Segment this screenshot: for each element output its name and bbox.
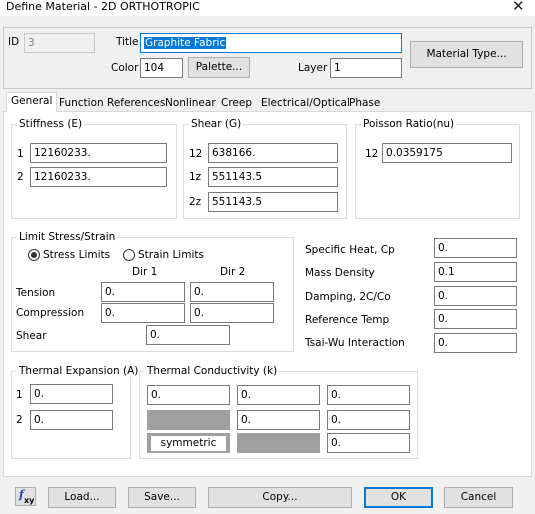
conductivity-21-disabled <box>147 410 230 430</box>
compression-label: Compression <box>16 307 85 319</box>
radio-selected-dot <box>31 252 37 258</box>
color-label: Color <box>111 62 139 74</box>
stiffness-label-1: 1 <box>17 148 24 160</box>
dir1-header: Dir 1 <box>132 266 158 278</box>
tsai-wu-label: Tsai-Wu Interaction <box>305 337 405 349</box>
specific-heat-label: Specific Heat, Cp <box>305 244 395 256</box>
conductivity-13-field[interactable]: 0. <box>327 385 410 405</box>
conductivity-32-disabled <box>237 433 320 453</box>
limit-stress-strain-title: Limit Stress/Strain <box>17 231 118 243</box>
stress-limits-radio[interactable] <box>28 249 40 261</box>
fxy-glyph: f xy <box>18 488 35 505</box>
function-xy-icon[interactable]: f xy <box>15 487 36 506</box>
conductivity-22-field[interactable]: 0. <box>237 410 320 430</box>
shear-limit-label: Shear <box>16 330 47 342</box>
dir2-header: Dir 2 <box>220 266 246 278</box>
strain-limits-label[interactable]: Strain Limits <box>138 249 204 261</box>
tension-dir2-field[interactable]: 0. <box>190 282 274 302</box>
svg-text:xy: xy <box>24 496 35 505</box>
mass-density-field[interactable]: 0.1 <box>434 262 517 282</box>
poisson-title: Poisson Ratio(nu) <box>361 118 457 130</box>
conductivity-23-field[interactable]: 0. <box>327 410 410 430</box>
color-field[interactable]: 104 <box>140 58 183 78</box>
tension-label: Tension <box>16 287 56 299</box>
shear-2z-field[interactable]: 551143.5 <box>208 192 338 212</box>
tab-phase[interactable]: Phase <box>344 94 385 112</box>
tab-general[interactable]: General <box>6 92 58 112</box>
close-icon[interactable]: ✕ <box>512 0 525 15</box>
reference-temp-field[interactable]: 0. <box>434 309 517 329</box>
stiffness-1-field[interactable]: 12160233. <box>30 143 167 163</box>
stiffness-title: Stiffness (E) <box>17 118 85 130</box>
thermal-expansion-2-field[interactable]: 0. <box>30 410 113 430</box>
shear-label-1z: 1z <box>189 171 202 183</box>
thermal-expansion-1-field[interactable]: 0. <box>30 384 113 404</box>
poisson-label-12: 12 <box>365 148 379 160</box>
cancel-button[interactable]: Cancel <box>444 487 513 508</box>
palette-button[interactable]: Palette... <box>188 57 250 78</box>
damping-field[interactable]: 0. <box>434 286 517 306</box>
title-label: Title <box>116 36 139 48</box>
stiffness-2-field[interactable]: 12160233. <box>30 167 167 187</box>
title-field[interactable]: Graphite Fabric <box>140 33 402 53</box>
strain-limits-radio[interactable] <box>123 249 135 261</box>
mass-density-label: Mass Density <box>305 267 375 279</box>
thermal-expansion-title: Thermal Expansion (A) <box>17 365 141 377</box>
thermal-expansion-label-2: 2 <box>16 414 23 426</box>
material-type-button[interactable]: Material Type... <box>410 41 523 68</box>
poisson-12-field[interactable]: 0.0359175 <box>382 143 512 163</box>
shear-label-12: 12 <box>189 148 203 160</box>
conductivity-12-field[interactable]: 0. <box>237 385 320 405</box>
tension-dir1-field[interactable]: 0. <box>101 282 185 302</box>
thermal-conductivity-title: Thermal Conductivity (k) <box>145 365 280 377</box>
ok-button[interactable]: OK <box>364 487 433 508</box>
compression-dir2-field[interactable]: 0. <box>190 303 274 323</box>
damping-label: Damping, 2C/Co <box>305 291 391 303</box>
tab-electrical-optical[interactable]: Electrical/Optical <box>256 94 355 112</box>
title-selected-text: Graphite Fabric <box>144 37 227 49</box>
tab-creep[interactable]: Creep <box>216 94 257 112</box>
thermal-expansion-label-1: 1 <box>16 389 23 401</box>
shear-label-2z: 2z <box>189 196 202 208</box>
copy-button[interactable]: Copy... <box>208 487 352 508</box>
id-field: 3 <box>24 33 95 53</box>
tab-function-references[interactable]: Function References <box>54 94 170 112</box>
layer-field[interactable]: 1 <box>330 58 402 78</box>
reference-temp-label: Reference Temp <box>305 314 390 326</box>
conductivity-33-field[interactable]: 0. <box>327 433 410 453</box>
shear-12-field[interactable]: 638166. <box>208 143 338 163</box>
save-button[interactable]: Save... <box>128 487 196 508</box>
compression-dir1-field[interactable]: 0. <box>101 303 185 323</box>
shear-limit-field[interactable]: 0. <box>146 325 230 345</box>
id-label: ID <box>8 36 20 48</box>
conductivity-11-field[interactable]: 0. <box>147 385 230 405</box>
tsai-wu-field[interactable]: 0. <box>434 333 517 353</box>
window-title: Define Material - 2D ORTHOTROPIC <box>6 0 200 13</box>
tab-nonlinear[interactable]: Nonlinear <box>160 94 221 112</box>
stress-limits-label[interactable]: Stress Limits <box>43 249 110 261</box>
shear-1z-field[interactable]: 551143.5 <box>208 167 338 187</box>
poisson-group <box>355 124 520 219</box>
stiffness-label-2: 2 <box>17 171 24 183</box>
layer-label: Layer <box>298 62 328 74</box>
symmetric-label: symmetric <box>151 436 226 451</box>
shear-title: Shear (G) <box>189 118 244 130</box>
load-button[interactable]: Load... <box>48 487 116 508</box>
specific-heat-field[interactable]: 0. <box>434 238 517 258</box>
